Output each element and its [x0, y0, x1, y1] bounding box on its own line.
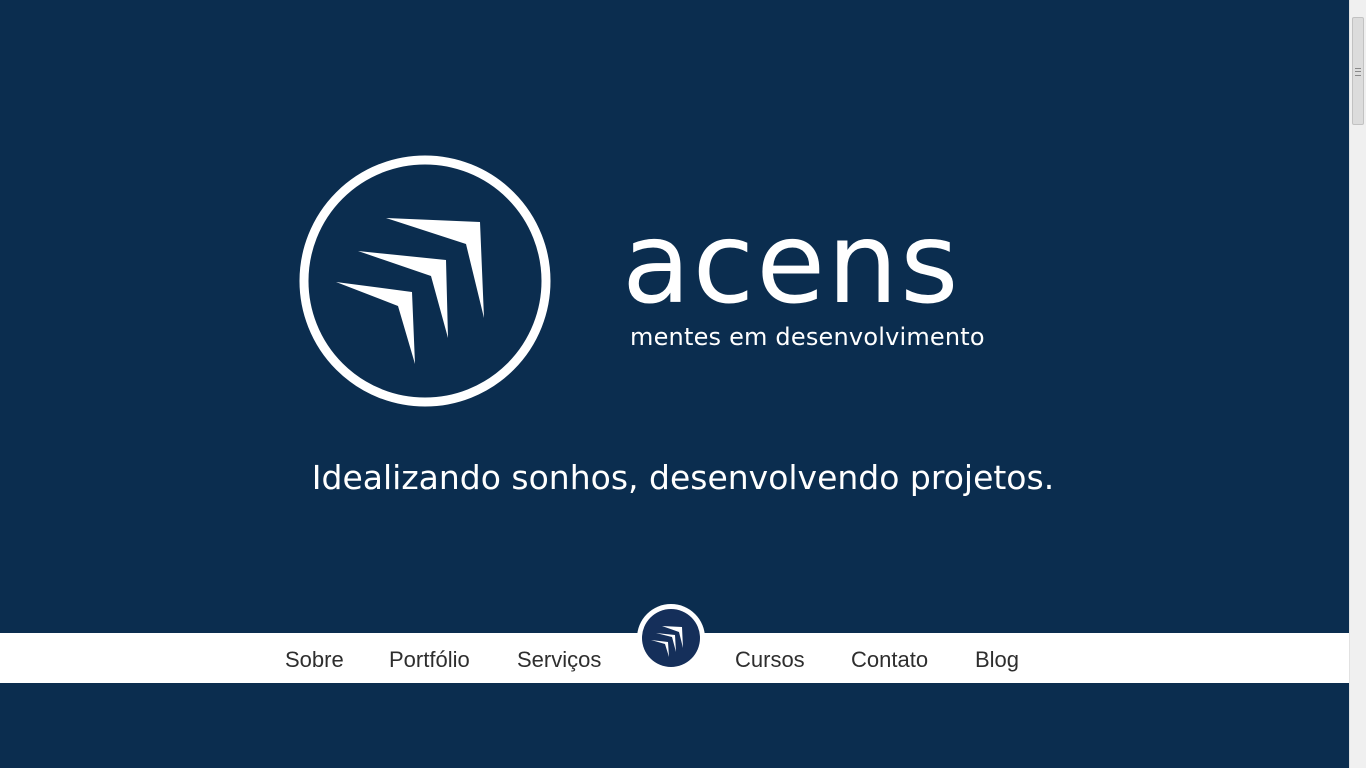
nav-item-sobre[interactable]: Sobre	[285, 647, 344, 673]
nav-item-portfolio[interactable]: Portfólio	[389, 647, 470, 673]
page: acens mentes em desenvolvimento Idealiza…	[0, 0, 1366, 768]
brand-slogan: mentes em desenvolvimento	[630, 323, 985, 351]
vertical-scrollbar[interactable]	[1349, 0, 1366, 768]
hero-section: acens mentes em desenvolvimento Idealiza…	[0, 0, 1349, 633]
nav-logo-badge	[642, 609, 700, 667]
acens-logo-icon	[299, 155, 551, 407]
nav-item-blog[interactable]: Blog	[975, 647, 1019, 673]
scrollbar-thumb[interactable]	[1352, 17, 1364, 125]
brand-wordmark: acens	[622, 199, 961, 329]
hero-headline: Idealizando sonhos, desenvolvendo projet…	[311, 458, 1055, 497]
nav-item-servicos[interactable]: Serviços	[517, 647, 601, 673]
lower-section	[0, 683, 1349, 768]
arrows-icon	[651, 626, 683, 657]
nav-item-contato[interactable]: Contato	[851, 647, 928, 673]
grip-icon	[1355, 68, 1361, 76]
nav-home-logo-button[interactable]	[637, 604, 705, 672]
nav-item-cursos[interactable]: Cursos	[735, 647, 805, 673]
